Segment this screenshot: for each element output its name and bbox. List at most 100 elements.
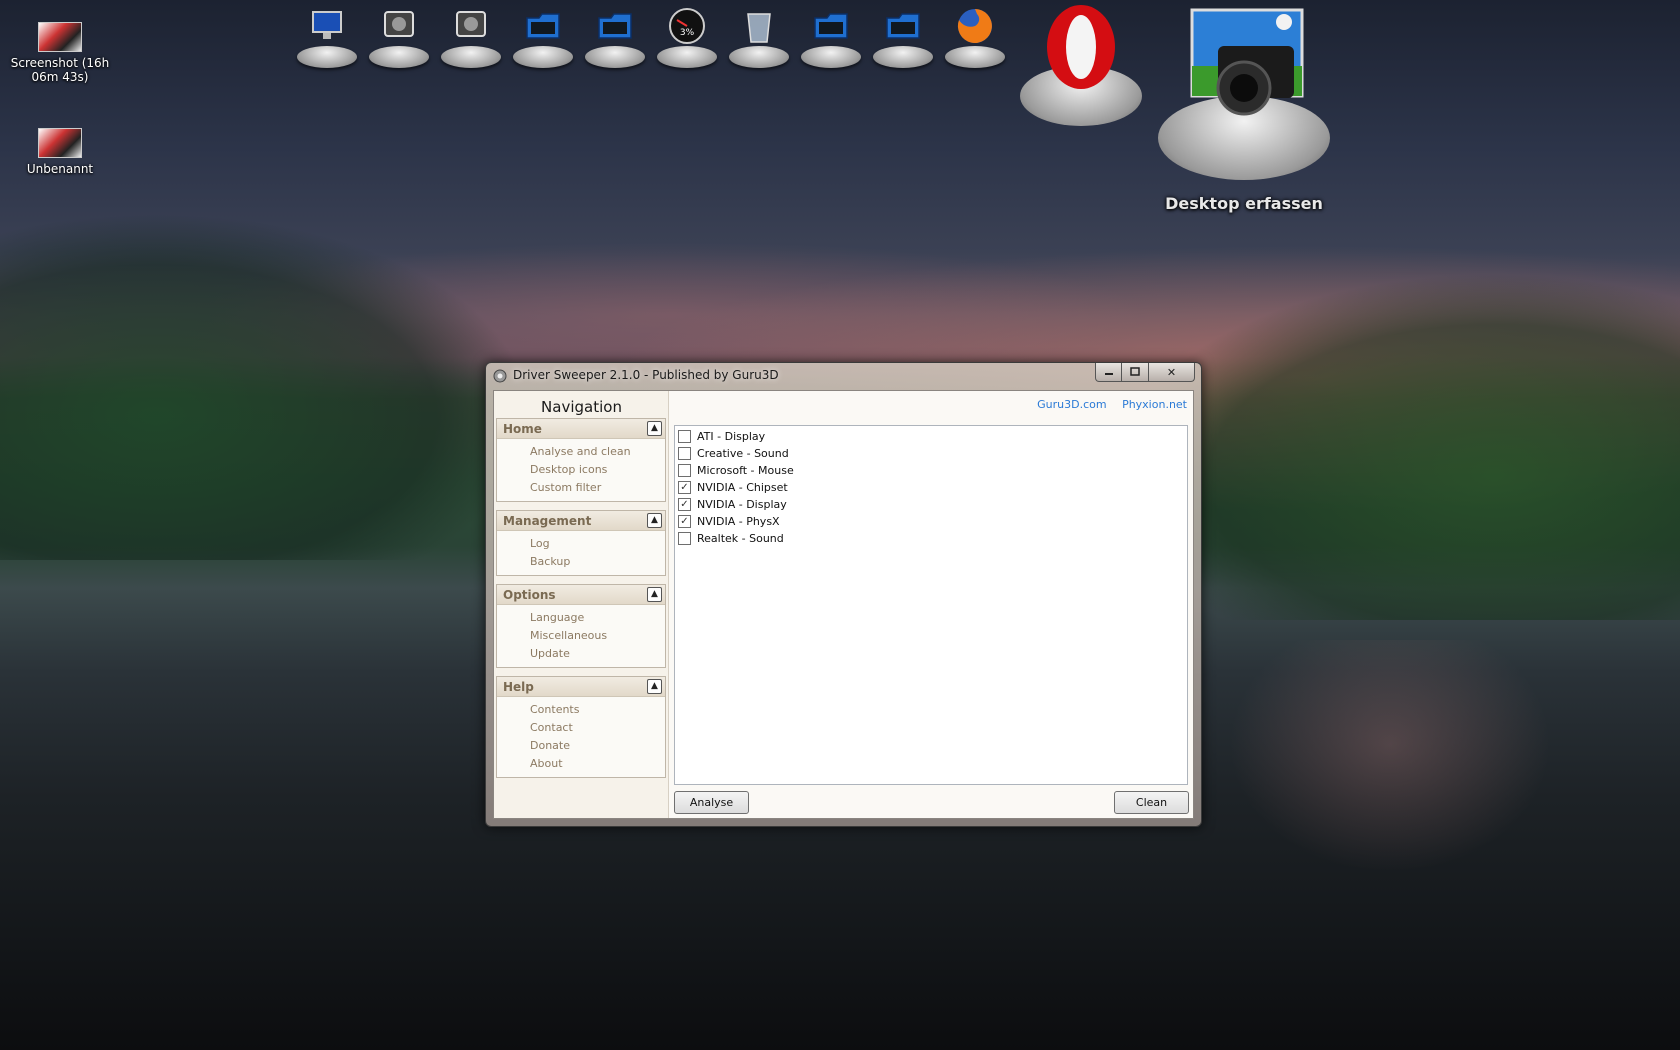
minimize-icon: [1104, 373, 1113, 375]
driver-checkbox[interactable]: ✓: [678, 515, 691, 528]
dock-folder-3[interactable]: [798, 2, 864, 68]
driver-checkbox[interactable]: [678, 464, 691, 477]
driver-checkbox[interactable]: ✓: [678, 481, 691, 494]
dock-hard-drive-2[interactable]: [438, 2, 504, 68]
nav-group-title: Options: [503, 588, 556, 602]
driver-row[interactable]: ATI - Display: [675, 428, 1187, 445]
nav-item-language[interactable]: Language: [530, 609, 665, 627]
nav-group-header[interactable]: Options ▲: [497, 585, 665, 605]
dock-computer[interactable]: [294, 2, 360, 68]
driver-checkbox[interactable]: [678, 430, 691, 443]
window-title: Driver Sweeper 2.1.0 - Published by Guru…: [513, 368, 779, 382]
dock-folder-1[interactable]: [510, 2, 576, 68]
nav-item-contact[interactable]: Contact: [530, 719, 665, 737]
camera-icon: [1190, 8, 1304, 116]
driver-label: NVIDIA - Display: [697, 498, 787, 511]
collapse-button[interactable]: ▲: [647, 679, 662, 694]
chevron-up-icon: ▲: [651, 423, 658, 433]
nav-item-desktop-icons[interactable]: Desktop icons: [530, 461, 665, 479]
driver-label: NVIDIA - PhysX: [697, 515, 780, 528]
image-file-icon: [38, 128, 82, 158]
dock-recycle-bin[interactable]: [726, 2, 792, 68]
collapse-button[interactable]: ▲: [647, 587, 662, 602]
driver-checkbox[interactable]: [678, 447, 691, 460]
nav-item-log[interactable]: Log: [530, 535, 665, 553]
driver-checkbox[interactable]: [678, 532, 691, 545]
driver-row[interactable]: Creative - Sound: [675, 445, 1187, 462]
cpu-meter-value: 3%: [679, 28, 695, 38]
driver-row[interactable]: Microsoft - Mouse: [675, 462, 1187, 479]
analyse-button[interactable]: Analyse: [674, 791, 749, 814]
nav-item-about[interactable]: About: [530, 755, 665, 773]
navigation-title: Navigation: [541, 398, 622, 416]
driver-list[interactable]: ATI - Display Creative - Sound Microsoft…: [674, 425, 1188, 785]
background-trees-right: [1150, 260, 1680, 620]
title-bar[interactable]: Driver Sweeper 2.1.0 - Published by Guru…: [486, 363, 1201, 389]
chevron-up-icon: ▲: [651, 681, 658, 691]
desktop-icon-unbenannt[interactable]: Unbenannt: [0, 128, 120, 176]
recycle-bin-icon: [747, 13, 771, 43]
driver-label: ATI - Display: [697, 430, 766, 443]
hard-drive-icon: [456, 11, 486, 37]
nav-item-analyse-and-clean[interactable]: Analyse and clean: [530, 443, 665, 461]
header-links: Guru3D.com Phyxion.net: [1025, 398, 1187, 411]
nav-item-donate[interactable]: Donate: [530, 737, 665, 755]
background-trees-left: [0, 200, 520, 560]
image-file-icon: [38, 22, 82, 52]
link-guru3d[interactable]: Guru3D.com: [1037, 398, 1106, 411]
dock-opera[interactable]: [1018, 2, 1144, 130]
firefox-icon: [957, 9, 992, 43]
nav-item-contents[interactable]: Contents: [530, 701, 665, 719]
driver-sweeper-window: Driver Sweeper 2.1.0 - Published by Guru…: [485, 362, 1202, 827]
nav-item-update[interactable]: Update: [530, 645, 665, 663]
desktop-icon-label: Screenshot (16h 06m 43s): [10, 56, 110, 84]
app-gear-icon: [493, 369, 507, 383]
dock-desktop-capture[interactable]: [1156, 4, 1332, 184]
computer-icon: [312, 11, 342, 39]
nav-group-header[interactable]: Help ▲: [497, 677, 665, 697]
driver-label: Microsoft - Mouse: [697, 464, 794, 477]
link-phyxion[interactable]: Phyxion.net: [1122, 398, 1187, 411]
nav-group-help: Help ▲ Contents Contact Donate About: [496, 676, 666, 778]
dock-firefox[interactable]: [942, 2, 1008, 68]
collapse-button[interactable]: ▲: [647, 513, 662, 528]
nav-item-backup[interactable]: Backup: [530, 553, 665, 571]
nav-group-title: Home: [503, 422, 542, 436]
nav-group-header[interactable]: Home ▲: [497, 419, 665, 439]
driver-label: Creative - Sound: [697, 447, 789, 460]
driver-label: Realtek - Sound: [697, 532, 784, 545]
folder-icon: [886, 13, 920, 39]
chevron-up-icon: ▲: [651, 515, 658, 525]
dock-folder-4[interactable]: [870, 2, 936, 68]
folder-icon: [814, 13, 848, 39]
driver-row[interactable]: ✓ NVIDIA - PhysX: [675, 513, 1187, 530]
opera-icon: [1047, 5, 1115, 89]
minimize-button[interactable]: [1095, 363, 1122, 382]
close-icon: ✕: [1166, 365, 1177, 379]
dock-folder-2[interactable]: [582, 2, 648, 68]
driver-row[interactable]: Realtek - Sound: [675, 530, 1187, 547]
nav-group-management: Management ▲ Log Backup: [496, 510, 666, 576]
folder-icon: [598, 13, 632, 39]
dock-hard-drive-1[interactable]: [366, 2, 432, 68]
dock-cpu-meter[interactable]: 3%: [654, 2, 720, 68]
nav-group-header[interactable]: Management ▲: [497, 511, 665, 531]
nav-item-custom-filter[interactable]: Custom filter: [530, 479, 665, 497]
clean-button[interactable]: Clean: [1114, 791, 1189, 814]
background-water-reflection: [1200, 640, 1580, 900]
driver-label: NVIDIA - Chipset: [697, 481, 788, 494]
maximize-button[interactable]: [1122, 363, 1149, 382]
nav-group-title: Management: [503, 514, 592, 528]
collapse-button[interactable]: ▲: [647, 421, 662, 436]
driver-row[interactable]: ✓ NVIDIA - Chipset: [675, 479, 1187, 496]
driver-row[interactable]: ✓ NVIDIA - Display: [675, 496, 1187, 513]
desktop-capture-label: Desktop erfassen: [1165, 194, 1323, 213]
desktop-icon-screenshot[interactable]: Screenshot (16h 06m 43s): [0, 22, 120, 84]
nav-group-options: Options ▲ Language Miscellaneous Update: [496, 584, 666, 668]
nav-item-miscellaneous[interactable]: Miscellaneous: [530, 627, 665, 645]
driver-checkbox[interactable]: ✓: [678, 498, 691, 511]
close-button[interactable]: ✕: [1149, 363, 1195, 382]
cpu-meter-icon: [669, 8, 705, 44]
folder-icon: [526, 13, 560, 39]
desktop-icon-label: Unbenannt: [26, 162, 94, 176]
